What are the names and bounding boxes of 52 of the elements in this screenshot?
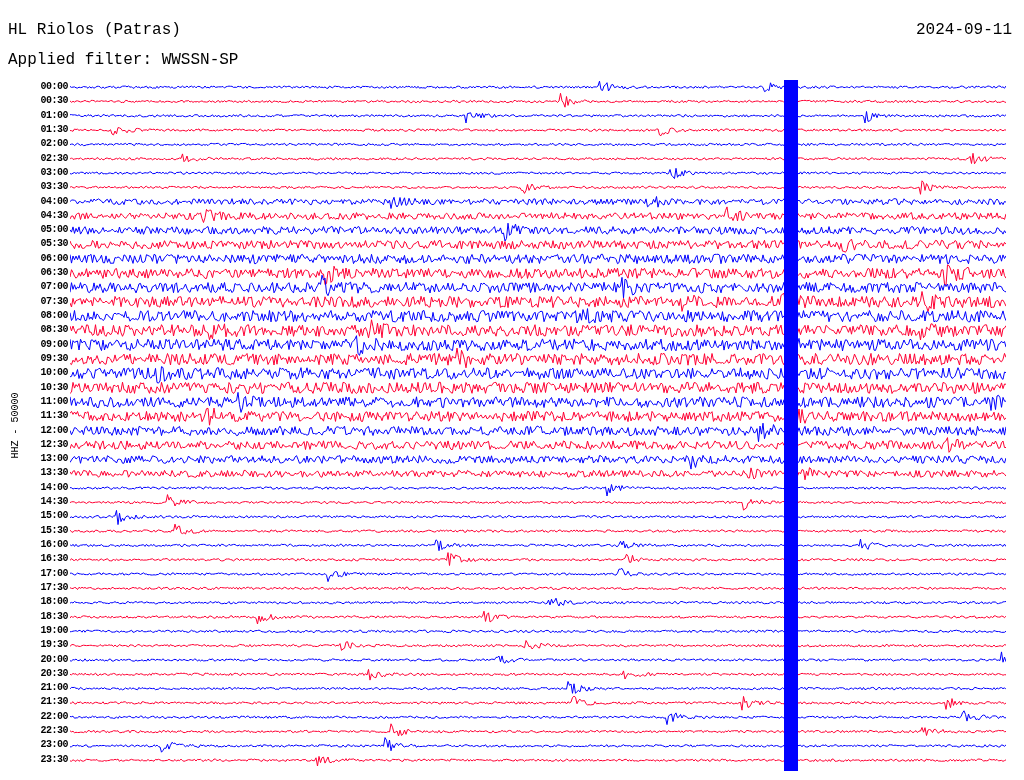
time-label: 13:00: [39, 452, 68, 467]
time-label: 20:30: [39, 666, 68, 681]
time-label: 11:30: [39, 409, 68, 424]
time-label: 06:00: [39, 251, 68, 266]
time-label: 12:30: [39, 437, 68, 452]
time-label: 17:30: [39, 580, 68, 595]
time-label: 23:30: [39, 752, 68, 767]
time-label: 10:30: [39, 380, 68, 395]
time-label: 08:00: [39, 309, 68, 323]
filter-label: Applied filter: WWSSN-SP: [8, 50, 239, 71]
time-label: 14:00: [39, 480, 68, 495]
time-label: 00:00: [39, 80, 68, 94]
time-label: 08:30: [39, 323, 68, 338]
axis-label: HHZ - 50000: [8, 392, 22, 459]
time-label: 18:30: [39, 609, 68, 624]
time-label: 07:30: [39, 294, 68, 309]
time-label: 15:30: [39, 523, 68, 538]
time-label: 09:00: [39, 337, 68, 352]
time-label: 20:00: [39, 652, 68, 667]
time-label: 11:00: [39, 394, 68, 409]
time-label: 06:30: [39, 266, 68, 281]
time-label: 04:00: [39, 194, 68, 209]
time-label: 02:30: [39, 151, 68, 166]
time-label: 09:30: [39, 351, 68, 366]
time-label: 03:30: [39, 180, 68, 195]
time-label: 22:00: [39, 709, 68, 724]
time-label: 07:00: [39, 280, 68, 295]
time-label: 19:30: [39, 638, 68, 653]
time-label: 16:00: [39, 538, 68, 552]
time-label: 02:00: [39, 137, 68, 152]
time-label: 01:30: [39, 122, 68, 137]
time-label: 22:30: [39, 724, 68, 739]
time-label: 04:30: [39, 208, 68, 223]
time-label: 21:30: [39, 695, 68, 710]
time-label: 10:00: [39, 366, 68, 381]
time-label: 05:00: [39, 223, 68, 238]
time-label: 01:00: [39, 108, 68, 123]
time-label: 15:00: [39, 509, 68, 524]
time-label: 19:00: [39, 623, 68, 638]
time-label: 18:00: [39, 595, 68, 610]
time-label: 13:30: [39, 466, 68, 481]
station-title: HL Riolos (Patras): [8, 20, 181, 40]
time-label: 17:00: [39, 566, 68, 581]
date-label: 2024-09-11: [916, 20, 1012, 40]
time-label: 14:30: [39, 495, 68, 510]
time-label: 00:30: [39, 94, 68, 109]
time-label: 05:30: [39, 237, 68, 252]
time-label: 21:00: [39, 681, 68, 696]
time-label: 23:00: [39, 738, 68, 753]
time-label: 16:30: [39, 552, 68, 567]
time-label: 12:00: [39, 423, 68, 438]
time-label: 03:00: [39, 165, 68, 180]
